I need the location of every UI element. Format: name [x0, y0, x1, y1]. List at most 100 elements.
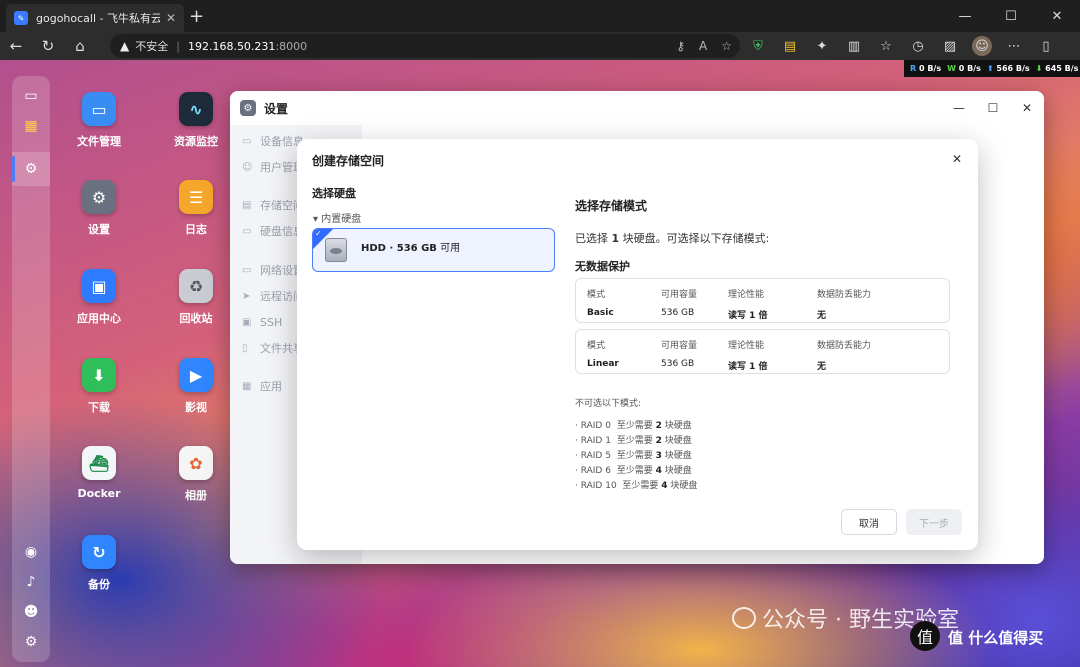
home-icon[interactable]: ⌂ [64, 32, 96, 60]
upload-arrow-icon: ⬆ [986, 64, 994, 73]
app-backup[interactable]: ↻ 备份 [59, 535, 139, 592]
browser-tab[interactable]: ✎ gogohocall - 飞牛私有云fnOS ✕ [6, 4, 184, 32]
minimize-button[interactable]: — [942, 0, 988, 32]
app-download[interactable]: ⬇ 下载 [59, 358, 139, 415]
app-recycle-bin[interactable]: ♻ 回收站 [156, 269, 236, 326]
settings-minimize-button[interactable]: — [942, 91, 976, 125]
app-video[interactable]: ▶ 影视 [156, 358, 236, 415]
help-icon[interactable]: ◉ [21, 542, 41, 562]
settings-titlebar[interactable]: ⚙ 设置 — ☐ ✕ [230, 91, 1044, 125]
notes-extension-icon[interactable]: ▤ [780, 36, 800, 56]
sidebar-item-network[interactable]: ▭ 网络设置 [242, 262, 304, 278]
sidebar-item-remote[interactable]: ➤ 远程访问 [242, 288, 304, 304]
close-window-button[interactable]: ✕ [1034, 0, 1080, 32]
app-label: 下载 [88, 401, 110, 414]
apps-grid-icon: ▦ [242, 380, 252, 392]
read-aloud-icon[interactable]: A [699, 39, 707, 53]
desc-post: 块硬盘。可选择以下存储模式: [619, 232, 770, 245]
unavailable-title: 不可选以下模式: [575, 399, 642, 409]
app-logs[interactable]: ☰ 日志 [156, 180, 236, 237]
desktop-monitor-icon[interactable]: ▭ [21, 86, 41, 106]
sidebar-item-storage[interactable]: ▤ 存储空间 [242, 197, 304, 213]
raid-requirement: · RAID 0 至少需要 2 块硬盘 [575, 418, 692, 431]
app-store[interactable]: ▣ 应用中心 [59, 269, 139, 326]
system-settings-icon[interactable]: ⚙ [21, 632, 41, 652]
dock-settings-icon[interactable]: ⚙ [21, 159, 41, 179]
next-step-button[interactable]: 下一步 [906, 509, 962, 535]
raid-name: · RAID 10 [575, 481, 617, 491]
col-header: 模式 [587, 290, 606, 300]
profile-avatar-icon[interactable]: ☺ [972, 36, 992, 56]
maximize-button[interactable]: ☐ [988, 0, 1034, 32]
app-grid-icon[interactable]: ▦ [21, 116, 41, 136]
wechat-icon [732, 607, 756, 629]
settings-gear-icon: ⚙ [82, 180, 116, 214]
raid-requirement: · RAID 5 至少需要 3 块硬盘 [575, 448, 692, 461]
warning-icon: ▲ [120, 39, 130, 53]
tab-close-icon[interactable]: ✕ [166, 11, 176, 25]
sidebar-item-device-info[interactable]: ▭ 设备信息 [242, 133, 304, 149]
disk-card[interactable]: ✓ HDD · 536 GB 可用 [312, 228, 555, 272]
settings-close-button[interactable]: ✕ [1010, 91, 1044, 125]
browser-toolbar: ⛨ ▤ ✦ ▥ ☆ ◷ ▨ ☺ ⋯ ▯ [748, 32, 1056, 60]
app-resource-monitor[interactable]: ∿ 资源监控 [156, 92, 236, 149]
app-label: Docker [77, 487, 121, 500]
cancel-button[interactable]: 取消 [841, 509, 897, 535]
settings-maximize-button[interactable]: ☐ [976, 91, 1010, 125]
history-icon[interactable]: ◷ [908, 36, 928, 56]
backup-icon: ↻ [82, 535, 116, 569]
raid-requirement: · RAID 10 至少需要 4 块硬盘 [575, 478, 697, 491]
download-icon: ⬇ [82, 358, 116, 392]
write-label: W [947, 64, 956, 73]
mode-card-basic[interactable]: 模式 Basic 可用容量 536 GB 理论性能 读写 1 倍 数据防丢能力无 [575, 278, 950, 323]
sidebar-item-file-sharing[interactable]: ▯ 文件共享 [242, 340, 304, 356]
key-icon[interactable]: ⚷ [676, 39, 685, 53]
notification-bell-icon[interactable]: ♪ [21, 572, 41, 592]
app-photos[interactable]: ✿ 相册 [156, 446, 236, 503]
shield-extension-icon[interactable]: ⛨ [748, 36, 768, 56]
sidebar-item-disks[interactable]: ▭ 硬盘信息 [242, 223, 304, 239]
url-host: 192.168.50.231 [187, 39, 276, 53]
split-screen-icon[interactable]: ▥ [844, 36, 864, 56]
raid-pre: 至少需要 [616, 421, 656, 431]
raid-name: · RAID 1 [575, 436, 611, 446]
more-menu-icon[interactable]: ⋯ [1004, 36, 1024, 56]
resource-monitor-icon: ∿ [179, 92, 213, 126]
sidebar-item-users[interactable]: ☺ 用户管理 [242, 159, 304, 175]
mode-description: 已选择 1 块硬盘。可选择以下存储模式: [575, 230, 769, 246]
col-header: 理论性能 [728, 341, 765, 351]
new-tab-button[interactable]: + [189, 6, 204, 27]
user-icon[interactable]: ☻ [21, 602, 41, 622]
sidebar-toggle-icon[interactable]: ▯ [1036, 36, 1056, 56]
desc-pre: 已选择 [575, 232, 612, 245]
mode-card-linear[interactable]: 模式 Linear 可用容量 536 GB 理论性能 读写 1 倍 数据防丢能力无 [575, 329, 950, 374]
tab-title: gogohocall - 飞牛私有云fnOS [36, 12, 160, 25]
favorite-star-icon[interactable]: ☆ [721, 39, 732, 53]
left-dock: ▭ ▦ ⚙ ◉ ♪ ☻ ⚙ [12, 76, 50, 662]
sidebar-item-apps[interactable]: ▦ 应用 [242, 378, 282, 394]
raid-requirement: · RAID 6 至少需要 4 块硬盘 [575, 463, 692, 476]
settings-window-controls: — ☐ ✕ [942, 91, 1044, 125]
favorites-icon[interactable]: ☆ [876, 36, 896, 56]
raid-post: 块硬盘 [661, 436, 692, 446]
raid-pre: 至少需要 [616, 466, 656, 476]
extensions-icon[interactable]: ✦ [812, 36, 832, 56]
back-icon[interactable]: ← [0, 32, 32, 60]
window-controls: — ☐ ✕ [942, 0, 1080, 32]
write-speed: 0 B/s [958, 64, 981, 73]
screenshot-icon[interactable]: ▨ [940, 36, 960, 56]
url-separator: | [176, 39, 180, 53]
app-docker[interactable]: ⛴ Docker [59, 446, 139, 500]
disk-status: 可用 [440, 243, 461, 254]
url-input[interactable]: ▲ 不安全 | 192.168.50.231 :8000 ⚷ A ☆ [110, 34, 740, 58]
raid-post: 块硬盘 [667, 481, 698, 491]
app-label: 备份 [88, 578, 110, 591]
app-settings[interactable]: ⚙ 设置 [59, 180, 139, 237]
user-icon: ☺ [242, 161, 253, 173]
docker-icon: ⛴ [82, 446, 116, 480]
app-file-manager[interactable]: ▭ 文件管理 [59, 92, 139, 149]
raid-name: · RAID 5 [575, 451, 611, 461]
sidebar-item-ssh[interactable]: ▣ SSH [242, 314, 282, 330]
internal-disk-group[interactable]: ▾ 内置硬盘 [313, 210, 361, 225]
refresh-icon[interactable]: ↻ [32, 32, 64, 60]
